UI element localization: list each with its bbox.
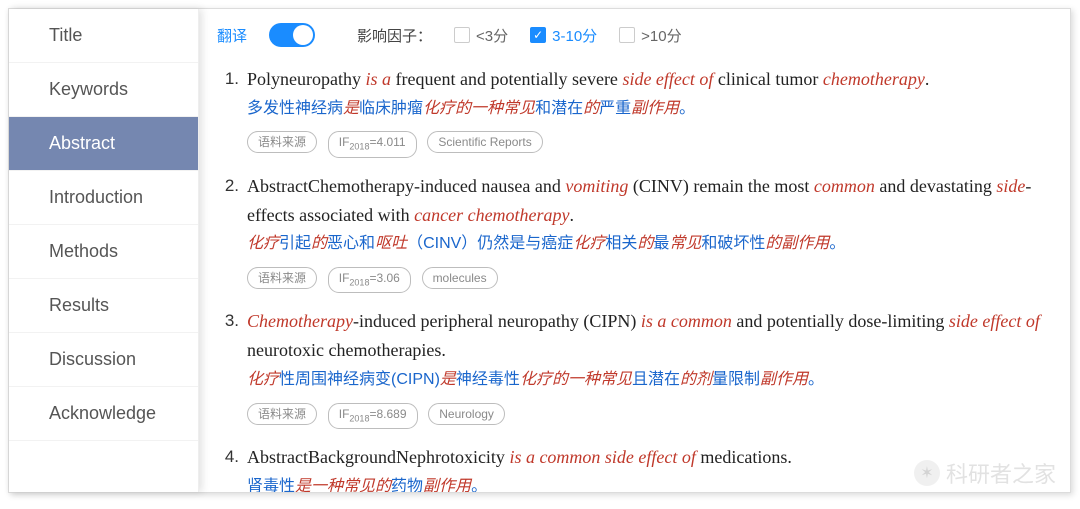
app-frame: Title Keywords Abstract Introduction Met…: [8, 8, 1071, 493]
result-english: Polyneuropathy is a frequent and potenti…: [247, 65, 1050, 94]
source-tag[interactable]: 语料来源: [247, 267, 317, 289]
filter-bar: 翻译 影响因子： <3分 ✓ 3-10分 >10分: [217, 23, 1050, 47]
result-english: Chemotherapy-induced peripheral neuropat…: [247, 307, 1050, 365]
checkbox-icon: [619, 27, 635, 43]
result-tags: 语料来源 IF2018=3.06 molecules: [247, 263, 1050, 293]
filter-lt3[interactable]: <3分: [454, 25, 508, 46]
highlight: side effect of: [949, 311, 1040, 331]
if-tag[interactable]: IF2018=3.06: [328, 267, 411, 293]
result-translation: 化疗引起的恶心和呕吐（CINV）仍然是与癌症化疗相关的最常见和破坏性的副作用。: [247, 231, 1050, 257]
if-tag[interactable]: IF2018=8.689: [328, 403, 418, 429]
result-item: 2. AbstractChemotherapy-induced nausea a…: [217, 172, 1050, 294]
sidebar-item-abstract[interactable]: Abstract: [9, 117, 198, 171]
sidebar-item-methods[interactable]: Methods: [9, 225, 198, 279]
impact-factor-label: 影响因子：: [357, 25, 432, 46]
sidebar-item-acknowledge[interactable]: Acknowledge: [9, 387, 198, 441]
result-english: AbstractChemotherapy-induced nausea and …: [247, 172, 1050, 230]
result-number: 1.: [217, 65, 239, 158]
journal-tag[interactable]: Scientific Reports: [427, 131, 542, 153]
source-tag[interactable]: 语料来源: [247, 403, 317, 425]
results-list: 1. Polyneuropathy is a frequent and pote…: [217, 65, 1050, 492]
journal-tag[interactable]: Neurology: [428, 403, 505, 425]
highlight: side: [996, 176, 1025, 196]
highlight: cancer chemotherapy: [414, 205, 569, 225]
result-number: 3.: [217, 307, 239, 429]
filter-option-label: <3分: [476, 25, 508, 46]
filter-option-label: >10分: [641, 25, 681, 46]
sidebar: Title Keywords Abstract Introduction Met…: [9, 9, 199, 492]
result-tags: 语料来源 IF2018=8.689 Neurology: [247, 399, 1050, 429]
result-body: Chemotherapy-induced peripheral neuropat…: [247, 307, 1050, 429]
highlight: side effect of: [622, 69, 713, 89]
result-item: 4. AbstractBackgroundNephrotoxicity is a…: [217, 443, 1050, 492]
checkbox-icon: [454, 27, 470, 43]
result-item: 1. Polyneuropathy is a frequent and pote…: [217, 65, 1050, 158]
result-number: 2.: [217, 172, 239, 294]
sidebar-item-introduction[interactable]: Introduction: [9, 171, 198, 225]
result-translation: 肾毒性是一种常见的药物副作用。: [247, 474, 1050, 492]
sidebar-item-keywords[interactable]: Keywords: [9, 63, 198, 117]
highlight: is a common side effect of: [509, 447, 695, 467]
result-body: Polyneuropathy is a frequent and potenti…: [247, 65, 1050, 158]
highlight: common: [814, 176, 875, 196]
result-body: AbstractBackgroundNephrotoxicity is a co…: [247, 443, 1050, 492]
filter-gt10[interactable]: >10分: [619, 25, 681, 46]
result-translation: 多发性神经病是临床肿瘤化疗的一种常见和潜在的严重副作用。: [247, 96, 1050, 122]
highlight: is a common: [641, 311, 732, 331]
if-tag[interactable]: IF2018=4.011: [328, 131, 417, 157]
highlight: Chemotherapy: [247, 311, 353, 331]
filter-option-label: 3-10分: [552, 25, 597, 46]
result-translation: 化疗性周围神经病变(CIPN)是神经毒性化疗的一种常见且潜在的剂量限制副作用。: [247, 367, 1050, 393]
highlight: vomiting: [565, 176, 628, 196]
checkbox-icon: ✓: [530, 27, 546, 43]
highlight: chemotherapy: [823, 69, 925, 89]
result-number: 4.: [217, 443, 239, 492]
source-tag[interactable]: 语料来源: [247, 131, 317, 153]
sidebar-item-title[interactable]: Title: [9, 9, 198, 63]
result-body: AbstractChemotherapy-induced nausea and …: [247, 172, 1050, 294]
result-english: AbstractBackgroundNephrotoxicity is a co…: [247, 443, 1050, 472]
highlight: is a: [366, 69, 392, 89]
sidebar-item-discussion[interactable]: Discussion: [9, 333, 198, 387]
filter-3-10[interactable]: ✓ 3-10分: [530, 25, 597, 46]
sidebar-item-results[interactable]: Results: [9, 279, 198, 333]
result-item: 3. Chemotherapy-induced peripheral neuro…: [217, 307, 1050, 429]
result-tags: 语料来源 IF2018=4.011 Scientific Reports: [247, 127, 1050, 157]
journal-tag[interactable]: molecules: [422, 267, 498, 289]
translate-label: 翻译: [217, 25, 247, 46]
main-panel: 翻译 影响因子： <3分 ✓ 3-10分 >10分 1. Polyneuropat…: [199, 9, 1070, 492]
translate-toggle[interactable]: [269, 23, 315, 47]
